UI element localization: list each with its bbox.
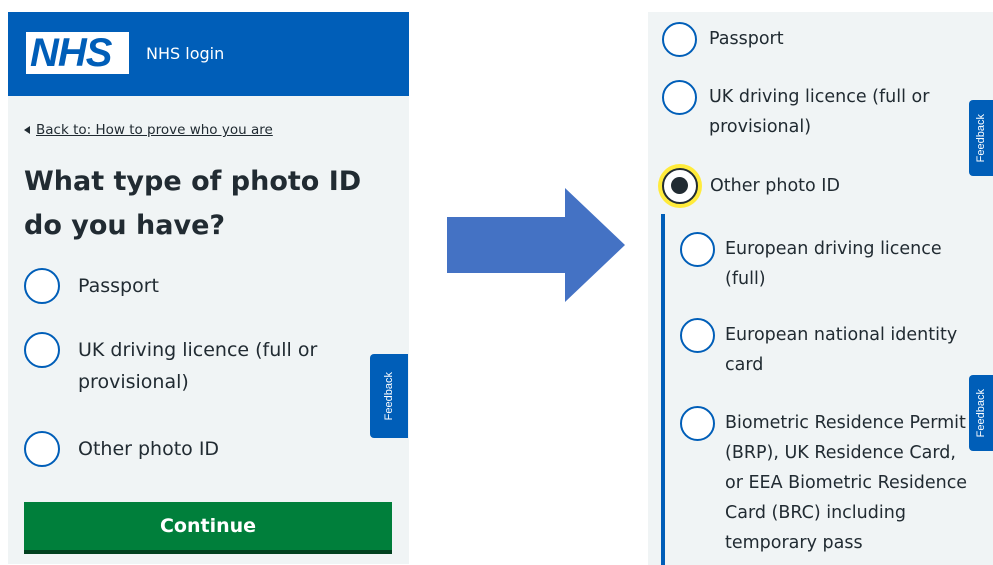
radio-selected-dot — [671, 177, 688, 194]
feedback-label: Feedback — [975, 113, 987, 163]
radio-button[interactable] — [680, 232, 715, 267]
radio-button[interactable] — [662, 80, 697, 115]
right-arrow-icon — [447, 188, 625, 302]
radio-option-uk-driving-licence[interactable]: UK driving licence (full or provisional) — [24, 332, 344, 398]
radio-option-european-driving-licence[interactable]: European driving licence (full) — [680, 232, 980, 294]
radio-option-other-photo-id[interactable]: Other photo ID — [658, 164, 958, 208]
nhs-header: NHS NHS login — [8, 12, 409, 96]
feedback-tab[interactable]: Feedback — [370, 354, 408, 438]
feedback-tab[interactable]: Feedback — [969, 375, 993, 451]
radio-button[interactable] — [24, 431, 60, 467]
radio-option-other-photo-id[interactable]: Other photo ID — [24, 431, 354, 467]
radio-option-passport[interactable]: Passport — [24, 268, 354, 304]
radio-label: Passport — [78, 275, 159, 297]
radio-label: Other photo ID — [710, 176, 840, 196]
continue-button[interactable]: Continue — [24, 502, 392, 554]
radio-option-biometric-residence-permit[interactable]: Biometric Residence Permit (BRP), UK Res… — [680, 406, 985, 558]
radio-label: UK driving licence (full or provisional) — [78, 339, 318, 393]
radio-focus-ring[interactable] — [658, 164, 702, 208]
radio-option-passport[interactable]: Passport — [662, 22, 962, 57]
radio-option-european-national-identity-card[interactable]: European national identity card — [680, 318, 980, 380]
back-link-label: Back to: How to prove who you are — [36, 122, 273, 138]
back-link[interactable]: Back to: How to prove who you are — [24, 122, 273, 138]
radio-button[interactable] — [680, 318, 715, 353]
page-title: What type of photo ID do you have? — [24, 166, 362, 241]
radio-label: Other photo ID — [78, 438, 220, 460]
radio-button[interactable] — [662, 22, 697, 57]
feedback-label: Feedback — [383, 371, 395, 421]
radio-button[interactable] — [24, 268, 60, 304]
radio-button[interactable] — [680, 406, 715, 441]
radio-button-selected — [662, 168, 698, 204]
nhs-logo-text: NHS — [30, 31, 112, 75]
back-arrow-icon — [24, 126, 30, 134]
radio-label: European driving licence (full) — [725, 239, 942, 289]
nhs-logo[interactable]: NHS — [26, 31, 129, 75]
after-screen: Passport UK driving licence (full or pro… — [648, 12, 993, 565]
feedback-label: Feedback — [975, 388, 987, 438]
radio-label: Biometric Residence Permit (BRP), UK Res… — [725, 413, 968, 553]
service-name[interactable]: NHS login — [146, 44, 224, 63]
before-screen: NHS NHS login Back to: How to prove who … — [8, 12, 409, 564]
conditional-reveal-bar — [661, 214, 665, 565]
radio-label: Passport — [709, 29, 784, 49]
radio-button[interactable] — [24, 332, 60, 368]
radio-option-uk-driving-licence[interactable]: UK driving licence (full or provisional) — [662, 80, 962, 142]
feedback-tab[interactable]: Feedback — [969, 100, 993, 176]
radio-label: UK driving licence (full or provisional) — [709, 87, 930, 137]
radio-label: European national identity card — [725, 325, 958, 375]
